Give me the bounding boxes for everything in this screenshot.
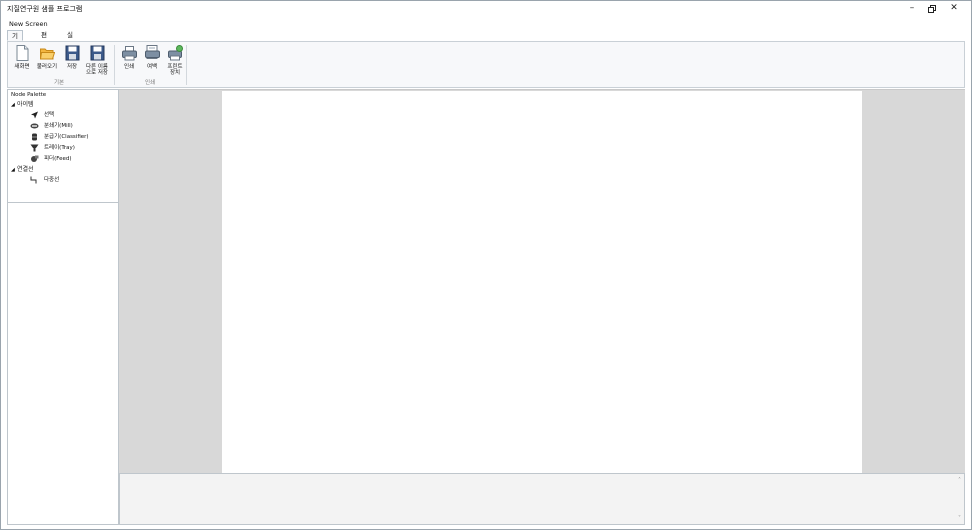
app-window: 지질연구원 샘플 프로그램 – ✕ New Screen 기본 편집 실행 새화…	[0, 0, 972, 530]
feeder-icon	[31, 155, 39, 162]
group-separator	[114, 45, 115, 85]
screen-tab-new[interactable]: New Screen	[9, 20, 48, 28]
screen-tab-bar: New Screen	[3, 19, 969, 29]
palette-item-tray[interactable]: 트레이(Tray)	[30, 143, 75, 153]
group-separator-end	[186, 45, 187, 85]
open-label: 불러오기	[36, 64, 58, 70]
tab-edit[interactable]: 편집	[37, 30, 51, 49]
print-button[interactable]: 인쇄	[117, 45, 141, 83]
output-panel[interactable]: ˄ ˅	[119, 473, 965, 525]
minimize-icon[interactable]: –	[901, 1, 923, 17]
mill-icon	[30, 123, 39, 128]
tab-run[interactable]: 실행	[63, 30, 77, 49]
print-label: 인쇄	[123, 64, 135, 70]
save-label: 저장	[66, 64, 78, 70]
printer-icon	[121, 46, 137, 61]
new-document-icon	[16, 45, 28, 61]
new-screen-button[interactable]: 새화면	[10, 45, 34, 83]
palette-item-feed[interactable]: 피더(Feed)	[30, 154, 72, 164]
polyline-connector-icon	[30, 176, 37, 183]
window-title: 지질연구원 샘플 프로그램	[7, 5, 83, 13]
margin-label: 여백	[146, 64, 158, 70]
tree-category-items[interactable]: ◢ 아이템	[11, 99, 34, 109]
save-icon	[65, 45, 79, 61]
tree-category-connectors[interactable]: ◢ 연결선	[11, 164, 34, 174]
cursor-arrow-icon	[31, 111, 38, 118]
node-palette-panel: Node Palette ◢ 아이템 선택 분쇄기(Mill) 분급기(Class…	[7, 89, 119, 525]
diagram-page[interactable]	[222, 91, 862, 474]
folder-icon	[39, 48, 55, 60]
save-as-icon	[90, 45, 104, 61]
palette-divider	[8, 202, 118, 203]
group-label-basic: 기본	[54, 80, 65, 86]
palette-item-polyline[interactable]: 다중선	[30, 175, 59, 185]
scroll-down-icon[interactable]: ˅	[958, 515, 961, 522]
diagram-canvas-area[interactable]	[119, 89, 965, 474]
tray-icon	[30, 144, 39, 151]
close-icon[interactable]: ✕	[943, 1, 965, 17]
page-margin-icon	[144, 45, 160, 59]
classifier-icon	[32, 133, 37, 140]
restore-icon[interactable]	[921, 1, 943, 17]
palette-item-classifier[interactable]: 분급기(Classifier)	[30, 132, 89, 142]
printer-setup-button[interactable]: 프린트 장치	[163, 45, 187, 83]
new-screen-label: 새화면	[14, 64, 30, 70]
printer-setup-label: 프린트 장치	[167, 64, 183, 76]
printer-settings-icon	[167, 45, 183, 61]
title-bar: 지질연구원 샘플 프로그램 – ✕	[1, 1, 971, 17]
tab-basic[interactable]: 기본	[7, 30, 23, 50]
palette-item-mill[interactable]: 분쇄기(Mill)	[30, 121, 73, 131]
palette-item-select[interactable]: 선택	[30, 110, 54, 120]
save-as-button[interactable]: 다른 이름 으로 저장	[85, 45, 109, 83]
palette-title: Node Palette	[11, 92, 47, 98]
save-as-label: 다른 이름 으로 저장	[86, 64, 108, 76]
ribbon-panel: 새화면 불러오기 저장 다른 이름 으로 저장 기본 인쇄 여백 프린트 장치	[7, 41, 965, 88]
group-label-print: 인쇄	[145, 80, 156, 86]
scroll-up-icon[interactable]: ˄	[958, 477, 961, 484]
